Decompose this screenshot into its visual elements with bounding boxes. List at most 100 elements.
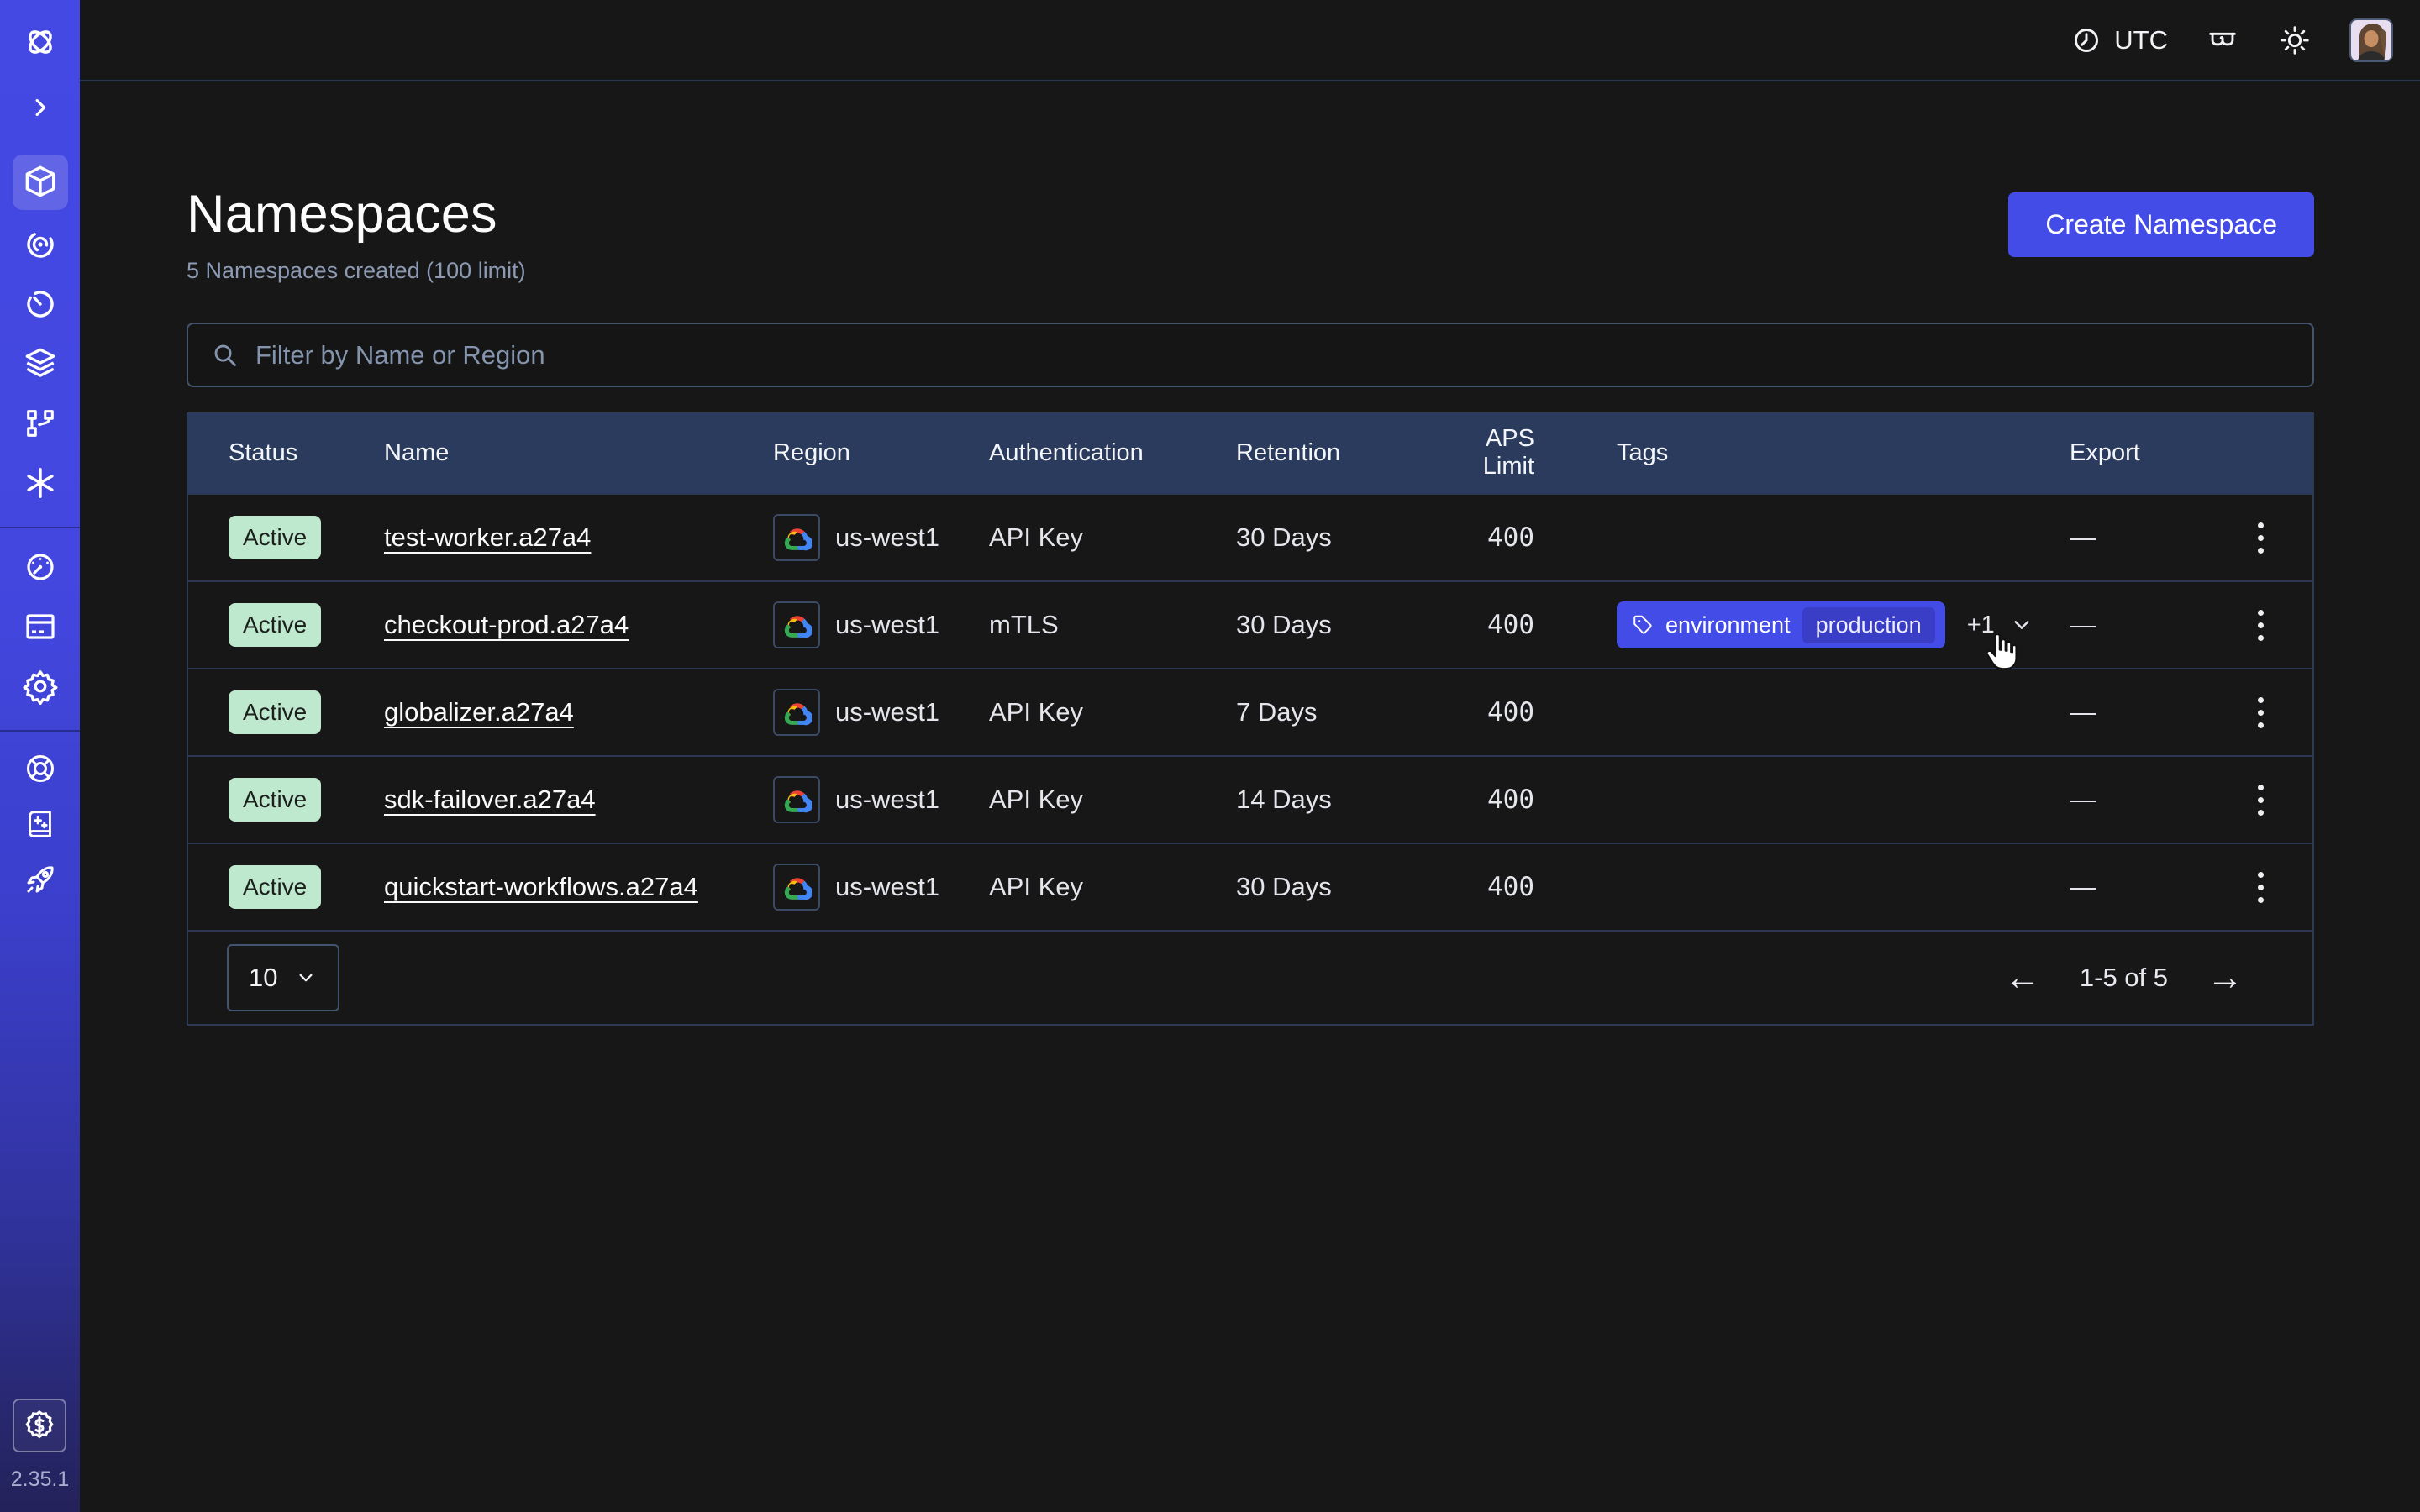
status-badge: Active (229, 603, 321, 647)
page-heading: Namespaces 5 Namespaces created (100 lim… (187, 184, 526, 284)
region-label: us-west1 (835, 785, 939, 815)
page-title: Namespaces (187, 184, 526, 244)
gcp-cloud-icon (773, 689, 820, 736)
cube-icon (21, 163, 60, 202)
region-label: us-west1 (835, 872, 939, 902)
column-header-name: Name (384, 439, 773, 467)
retention-period: 30 Days (1236, 872, 1428, 902)
aps-limit: 400 (1428, 697, 1534, 727)
status-badge: Active (229, 865, 321, 909)
retention-period: 30 Days (1236, 610, 1428, 640)
namespace-link[interactable]: checkout-prod.a27a4 (384, 610, 629, 639)
sidebar-item-schedules[interactable] (22, 286, 59, 323)
aps-limit: 400 (1428, 522, 1534, 553)
row-menu-button[interactable] (2235, 600, 2286, 650)
status-badge: Active (229, 778, 321, 822)
timezone-label: UTC (2114, 25, 2168, 55)
namespace-link[interactable]: globalizer.a27a4 (384, 697, 574, 727)
user-avatar[interactable] (2349, 18, 2393, 62)
tag-pill[interactable]: environment production (1617, 601, 1945, 648)
row-menu-button[interactable] (2235, 687, 2286, 738)
sidebar-item-support[interactable] (22, 750, 59, 787)
gauge-icon (22, 549, 59, 585)
aps-limit: 400 (1428, 872, 1534, 902)
auth-method: API Key (989, 872, 1236, 902)
export-status: — (2070, 522, 2235, 553)
column-header-status: Status (188, 439, 384, 467)
sidebar-divider (0, 730, 80, 732)
auth-method: mTLS (989, 610, 1236, 640)
export-status: — (2070, 610, 2235, 640)
plan-badge-button[interactable] (13, 1399, 66, 1452)
namespace-link[interactable]: sdk-failover.a27a4 (384, 785, 596, 814)
sidebar: 2.35.1 (0, 0, 80, 1512)
sidebar-item-docs[interactable] (22, 806, 59, 843)
sidebar-item-usage[interactable] (22, 549, 59, 585)
tag-icon (1632, 614, 1654, 636)
sidebar-item-getting-started[interactable] (22, 861, 59, 898)
aps-limit: 400 (1428, 610, 1534, 640)
next-page-button[interactable]: → (2207, 959, 2244, 996)
namespace-link[interactable]: quickstart-workflows.a27a4 (384, 872, 698, 901)
page-size-select[interactable]: 10 (227, 944, 339, 1011)
filter-bar (187, 323, 2314, 387)
retention-period: 7 Days (1236, 697, 1428, 727)
sidebar-item-billing[interactable] (22, 608, 59, 645)
tag-key: environment (1665, 612, 1791, 638)
gcp-cloud-icon (773, 601, 820, 648)
table-header-row: Status Name Region Authentication Retent… (188, 412, 2312, 493)
previous-page-button[interactable]: ← (2004, 959, 2041, 996)
pagination-range-label: 1-5 of 5 (2080, 963, 2168, 993)
namespace-link[interactable]: test-worker.a27a4 (384, 522, 591, 552)
namespace-count-subtitle: 5 Namespaces created (100 limit) (187, 258, 526, 284)
sidebar-item-namespaces[interactable] (13, 155, 68, 210)
page-size-value: 10 (249, 963, 277, 993)
row-menu-button[interactable] (2235, 512, 2286, 563)
create-namespace-button[interactable]: Create Namespace (2008, 192, 2314, 257)
export-status: — (2070, 872, 2235, 902)
accessibility-toggle-button[interactable] (2205, 23, 2240, 58)
branch-icon (23, 406, 58, 441)
layers-icon (21, 344, 60, 383)
sidebar-item-batch-operations[interactable] (22, 345, 59, 382)
column-header-authentication: Authentication (989, 439, 1236, 467)
sidebar-item-nexus[interactable] (22, 465, 59, 501)
row-menu-button[interactable] (2235, 862, 2286, 912)
gcp-cloud-icon (773, 776, 820, 823)
sidebar-expand-button[interactable] (22, 89, 59, 126)
retention-period: 30 Days (1236, 522, 1428, 553)
aps-limit: 400 (1428, 785, 1534, 815)
asterisk-icon (23, 465, 58, 501)
status-badge: Active (229, 690, 321, 734)
theme-toggle-button[interactable] (2277, 23, 2312, 58)
table-row: Active quickstart-workflows.a27a4 us-wes… (188, 843, 2312, 930)
spiral-icon (22, 226, 59, 263)
column-header-region: Region (773, 439, 989, 467)
tags-expand-chevron[interactable] (2008, 612, 2035, 638)
main-content: Namespaces 5 Namespaces created (100 lim… (80, 81, 2420, 1512)
table-row: Active test-worker.a27a4 us-west1 API Ke… (188, 493, 2312, 580)
filter-input[interactable] (255, 340, 2291, 370)
table-row: Active checkout-prod.a27a4 us-west1 mTLS… (188, 580, 2312, 668)
gcp-cloud-icon (773, 864, 820, 911)
sidebar-item-deployments[interactable] (22, 405, 59, 442)
timezone-selector[interactable]: UTC (2070, 24, 2168, 56)
table-footer: 10 ← 1-5 of 5 → (188, 930, 2312, 1024)
sidebar-item-monitor[interactable] (22, 226, 59, 263)
app-version: 2.35.1 (11, 1467, 70, 1492)
dollar-seal-icon (21, 1407, 58, 1444)
auth-method: API Key (989, 785, 1236, 815)
column-header-aps-limit: APS Limit (1428, 425, 1534, 480)
column-header-retention: Retention (1236, 439, 1428, 467)
row-menu-button[interactable] (2235, 774, 2286, 825)
card-icon (22, 608, 59, 645)
chevron-right-icon (26, 93, 55, 122)
reading-glasses-icon (2205, 23, 2240, 58)
pagination: ← 1-5 of 5 → (2004, 959, 2274, 996)
gear-icon (21, 667, 60, 706)
sidebar-nav-main (0, 161, 80, 501)
export-status: — (2070, 785, 2235, 815)
book-sparkle-icon (23, 806, 58, 842)
app-window: 2.35.1 UTC (0, 0, 2420, 1512)
sidebar-item-settings[interactable] (22, 668, 59, 705)
